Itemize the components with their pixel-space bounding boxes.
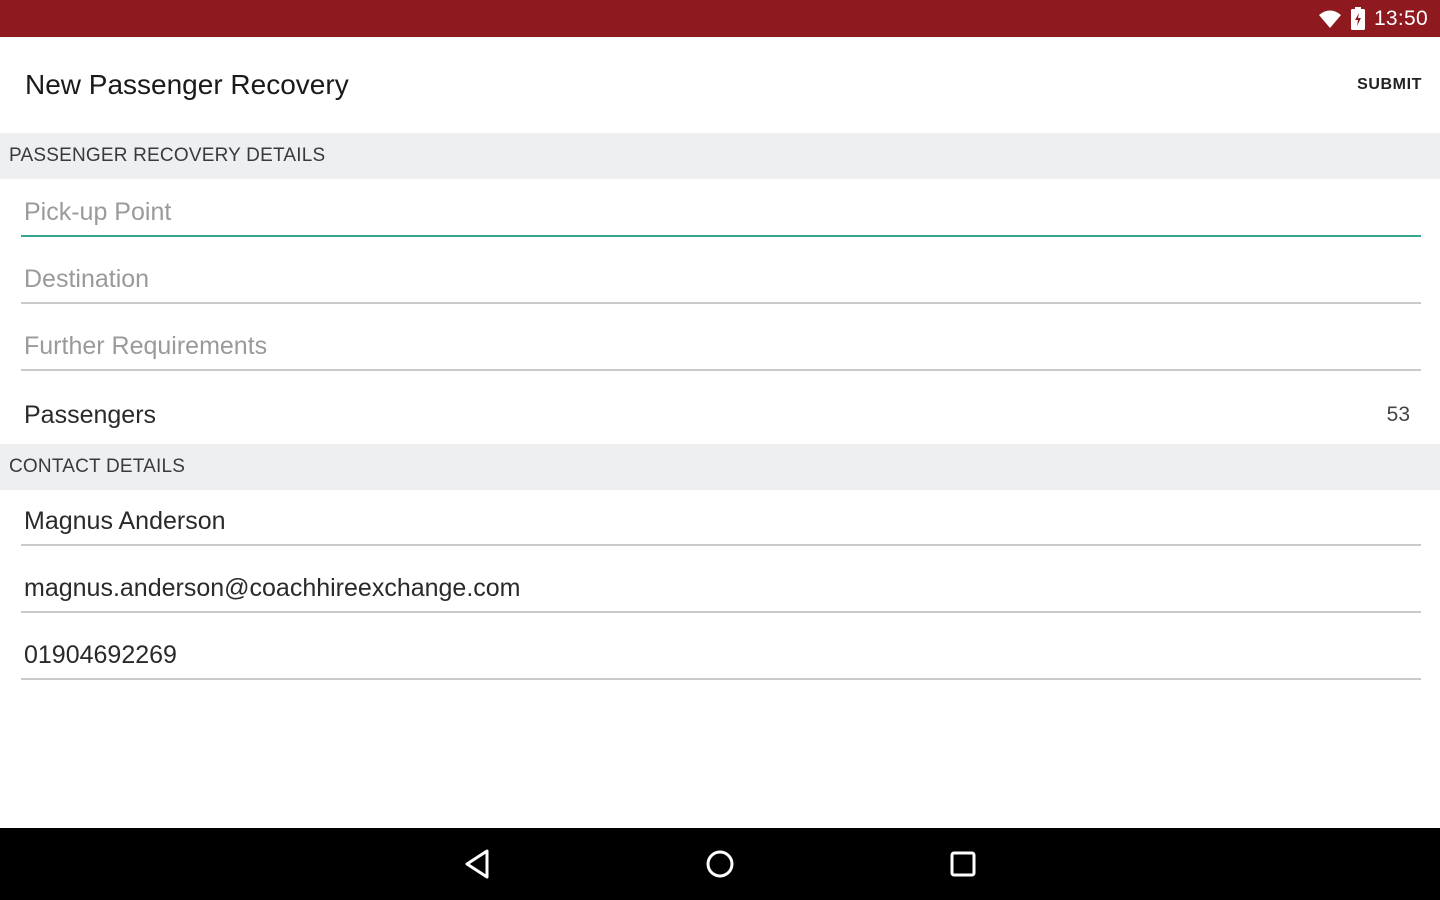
- navigation-bar: [0, 828, 1440, 900]
- passengers-row[interactable]: Passengers 53: [0, 386, 1440, 444]
- contact-email-input[interactable]: [24, 574, 1421, 603]
- contact-name-input[interactable]: [24, 507, 1421, 536]
- battery-icon: [1350, 6, 1366, 31]
- wifi-icon: [1318, 9, 1342, 29]
- passengers-label: Passengers: [24, 400, 157, 429]
- status-time: 13:50: [1373, 6, 1428, 30]
- app-bar: New Passenger Recovery SUBMIT: [0, 37, 1440, 133]
- contact-name-field[interactable]: [21, 488, 1421, 546]
- submit-button[interactable]: SUBMIT: [1357, 68, 1422, 102]
- home-icon[interactable]: [690, 834, 750, 894]
- contact-email-field[interactable]: [21, 555, 1421, 613]
- destination-input[interactable]: [24, 265, 1421, 294]
- destination-field[interactable]: [21, 246, 1421, 304]
- passengers-count[interactable]: 53: [1387, 403, 1410, 427]
- contact-phone-input[interactable]: [24, 641, 1421, 670]
- status-bar: 13:50: [0, 0, 1440, 37]
- back-icon[interactable]: [448, 834, 508, 894]
- page-title: New Passenger Recovery: [25, 69, 349, 100]
- pickup-point-field[interactable]: [21, 179, 1421, 237]
- contact-phone-field[interactable]: [21, 622, 1421, 680]
- section-header-contact: CONTACT DETAILS: [0, 444, 1440, 490]
- further-requirements-input[interactable]: [24, 332, 1421, 361]
- pickup-point-input[interactable]: [24, 198, 1421, 227]
- section-header-recovery: PASSENGER RECOVERY DETAILS: [0, 133, 1440, 179]
- recent-apps-icon[interactable]: [933, 834, 993, 894]
- further-requirements-field[interactable]: [21, 313, 1421, 371]
